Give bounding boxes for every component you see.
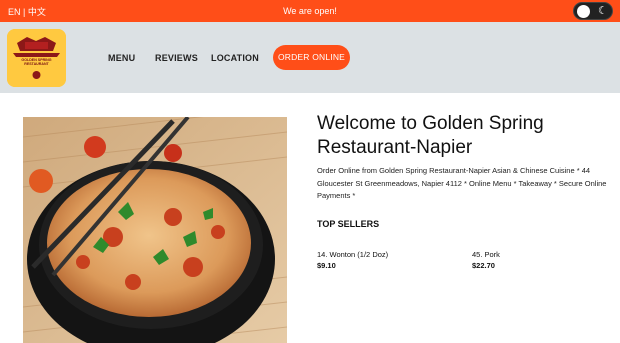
theme-toggle[interactable]: ☾ bbox=[573, 2, 613, 20]
hero-image bbox=[23, 117, 287, 343]
item-price: $22.70 bbox=[472, 260, 495, 270]
nav-menu[interactable]: MENU bbox=[108, 53, 135, 63]
nav-location[interactable]: LOCATION bbox=[211, 53, 259, 63]
top-seller-item[interactable]: 45. Pork $22.70 bbox=[472, 250, 500, 271]
order-online-button[interactable]: ORDER ONLINE bbox=[273, 45, 350, 70]
logo-text: GOLDEN SPRING RESTAURANT bbox=[21, 58, 52, 66]
open-status: We are open! bbox=[283, 6, 337, 16]
fried-rice-bowl-image bbox=[23, 117, 287, 343]
top-sellers-heading: TOP SELLERS bbox=[317, 219, 380, 229]
nav-reviews[interactable]: REVIEWS bbox=[155, 53, 198, 63]
restaurant-description: Order Online from Golden Spring Restaura… bbox=[317, 166, 607, 200]
moon-icon: ☾ bbox=[598, 5, 608, 17]
page-title: Welcome to Golden Spring Restaurant-Napi… bbox=[317, 113, 544, 158]
item-name: 14. Wonton (1/2 Doz) bbox=[317, 250, 389, 259]
restaurant-logo[interactable]: GOLDEN SPRING RESTAURANT bbox=[7, 29, 66, 87]
site-header: GOLDEN SPRING RESTAURANT MENU REVIEWS LO… bbox=[0, 22, 620, 93]
toggle-knob bbox=[577, 5, 590, 18]
top-bar: EN | 中文 We are open! ☾ bbox=[0, 0, 620, 22]
item-price: $9.10 bbox=[317, 260, 336, 270]
item-name: 45. Pork bbox=[472, 250, 500, 259]
top-seller-item[interactable]: 14. Wonton (1/2 Doz) $9.10 bbox=[317, 250, 388, 271]
